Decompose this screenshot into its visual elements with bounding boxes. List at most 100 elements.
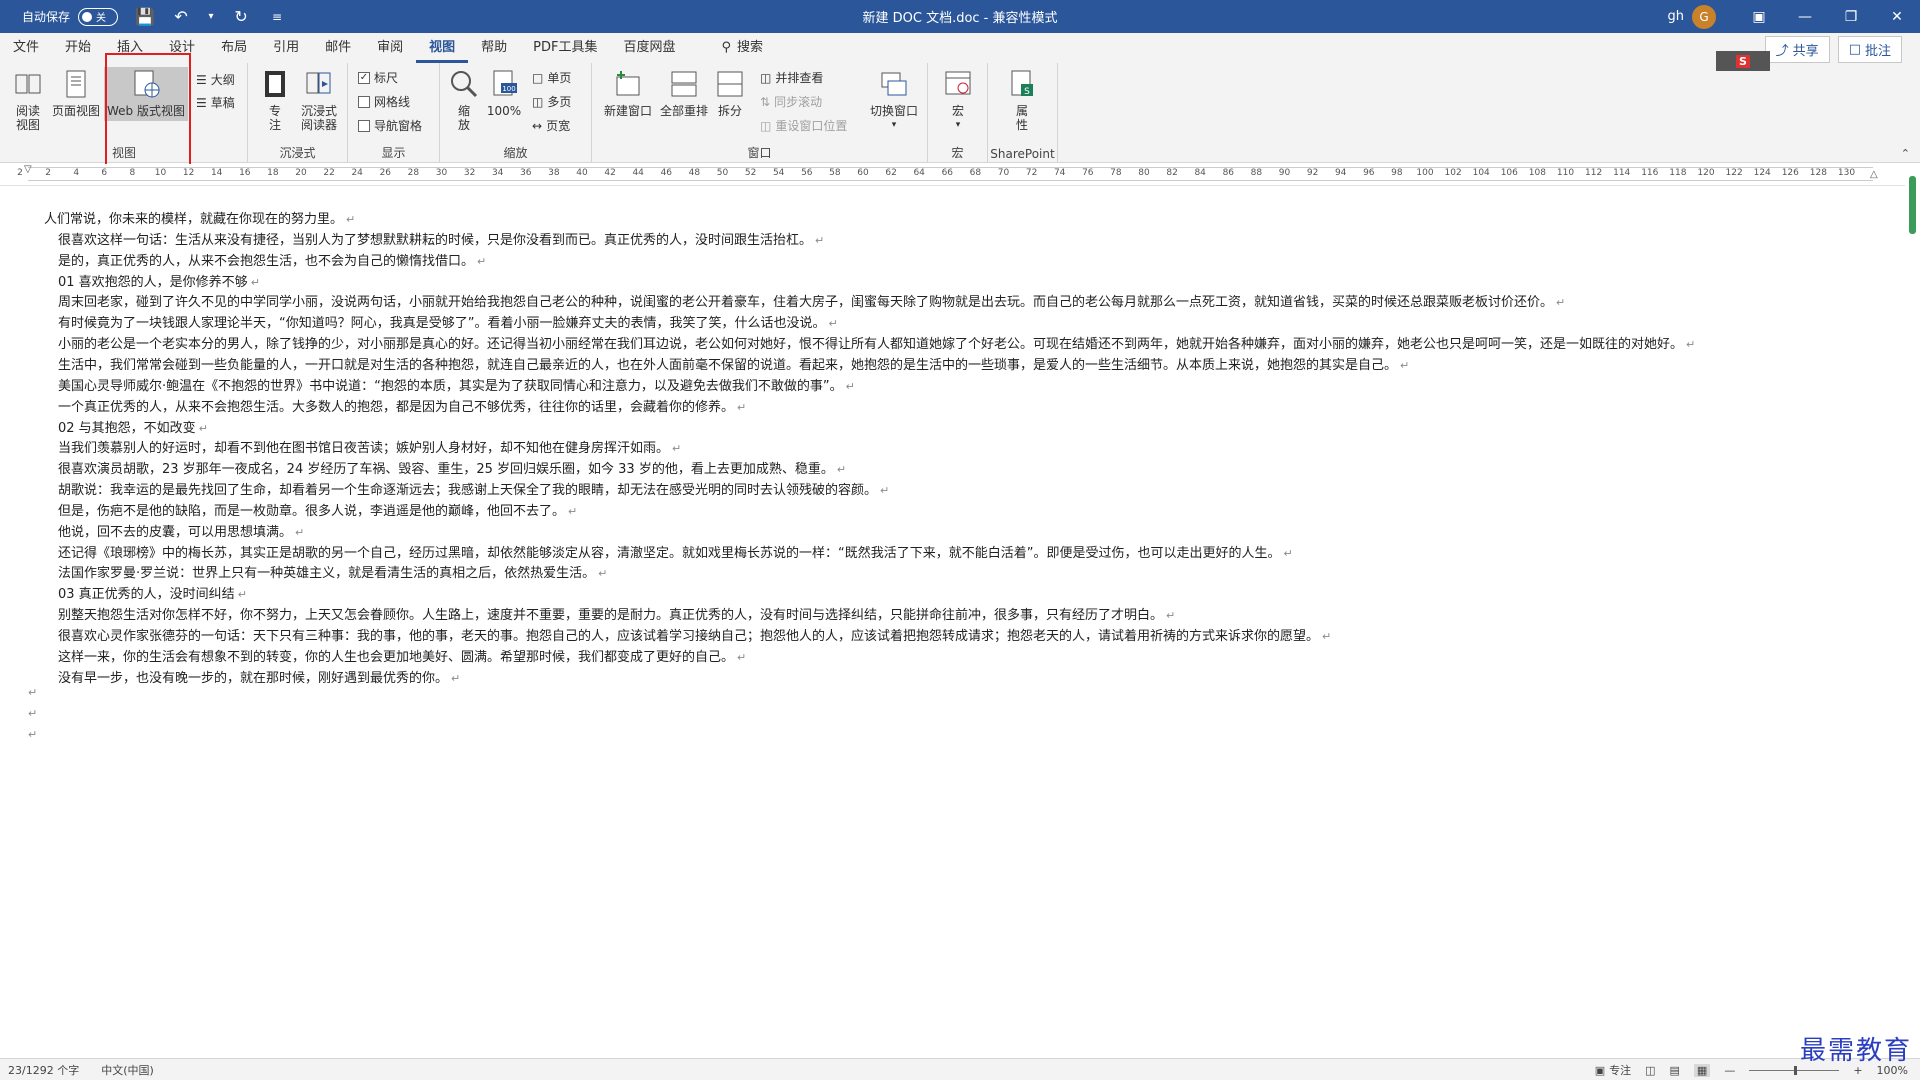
paragraph[interactable]: 03 真正优秀的人，没时间纠结 ↵ [58,583,247,602]
paragraph[interactable]: 02 与其抱怨，不如改变 ↵ [58,417,208,436]
page-width-button[interactable]: ↔ 页宽 [532,117,570,134]
paragraph[interactable]: 当我们羡慕别人的好运时，却看不到他在图书馆日夜苦读；嫉妒别人身材好，却不知他在健… [58,437,681,456]
scrollbar-thumb[interactable] [1909,176,1916,234]
paragraph[interactable]: 法国作家罗曼·罗兰说：世界上只有一种英雄主义，就是看清生活的真相之后，依然热爱生… [58,562,607,581]
ruler-number: 24 [351,168,363,178]
zoom-100-button[interactable]: 100 100% [484,67,524,118]
read-mode-button[interactable]: 阅读 视图 [10,67,46,132]
paragraph-mark: ↵ [828,317,838,331]
one-page-button[interactable]: □ 单页 [532,69,571,86]
tab-0[interactable]: 文件 [0,33,52,63]
autosave[interactable]: 自动保存 关 [22,7,119,26]
tab-9[interactable]: 帮助 [468,33,520,63]
document-canvas[interactable]: 人们常说，你未来的模样，就藏在你现在的努力里。 ↵ 很喜欢这样一句话：生活从来没有捷… [0,186,1905,1058]
web-layout-status-icon[interactable]: ▦ [1693,1063,1711,1077]
wps-addin-icon[interactable]: S [1716,51,1770,71]
avatar[interactable]: G [1692,4,1716,29]
tab-1[interactable]: 开始 [52,33,104,63]
read-mode-status-icon[interactable]: ◫ [1645,1064,1655,1077]
tab-10[interactable]: PDF工具集 [520,33,610,63]
right-indent-marker-icon[interactable]: △ [1870,169,1878,180]
paragraph[interactable]: 人们常说，你未来的模样，就藏在你现在的努力里。 ↵ [44,208,355,227]
language-indicator[interactable]: 中文(中国) [101,1062,154,1078]
paragraph[interactable]: 有时候竟为了一块钱跟人家理论半天，“你知道吗？阿心，我真是受够了”。看着小丽一脸… [58,312,838,331]
paragraph-mark: ↵ [815,233,825,247]
close-icon[interactable]: ✕ [1874,0,1920,33]
reset-window-button[interactable]: ◫ 重设窗口位置 [760,117,847,134]
gridlines-checkbox[interactable]: 网格线 [358,93,410,110]
paragraph[interactable]: 01 喜欢抱怨的人，是你修养不够 ↵ [58,271,260,290]
focus-mode-button[interactable]: ▣ 专注 [1595,1062,1631,1078]
paragraph[interactable]: 但是，伤疤不是他的缺陷，而是一枚勋章。很多人说，李逍遥是他的巅峰，他回不去了。 ↵ [58,500,577,519]
ruler-number: 68 [969,168,982,178]
zoom-button[interactable]: 缩 放 [448,67,480,132]
customize-qat-icon[interactable]: ≡ [266,10,288,24]
paragraph[interactable]: 是的，真正优秀的人，从来不会抱怨生活，也不会为自己的懒惰找借口。 ↵ [58,250,486,269]
ruler-number: 102 [1444,168,1462,178]
paragraph[interactable]: 这样一来，你的生活会有想象不到的转变，你的人生也会更加地美好、圆满。希望那时候，… [58,646,746,665]
redo-icon[interactable]: ↻ [230,7,252,26]
ruler-checkbox[interactable]: ✓ 标尺 [358,69,398,86]
undo-icon[interactable]: ↶ [170,7,192,26]
sync-scroll-button[interactable]: ⇅ 同步滚动 [760,93,822,110]
draft-button[interactable]: ☰ 草稿 [196,94,235,111]
group-label-sharepoint: SharePoint [990,147,1055,161]
outline-button[interactable]: ☰ 大纲 [196,71,235,88]
split-button[interactable]: 拆分 [714,67,746,118]
tab-4[interactable]: 布局 [208,33,260,63]
save-icon[interactable]: 💾 [134,7,156,26]
paragraph[interactable]: 很喜欢演员胡歌，23 岁那年一夜成名，24 岁经历了车祸、毁容、重生，25 岁回… [58,458,846,477]
autosave-toggle[interactable]: 关 [78,7,119,26]
tab-6[interactable]: 邮件 [312,33,364,63]
paragraph[interactable]: 还记得《琅琊榜》中的梅长苏，其实正是胡歌的另一个自己，经历过黑暗，却依然能够淡定… [58,542,1293,561]
switch-window-button[interactable]: 切换窗口 ▾ [866,67,922,132]
restore-icon[interactable]: ❐ [1828,0,1874,33]
zoom-slider-handle[interactable] [1794,1065,1798,1075]
word-count[interactable]: 23/1292 个字 [8,1062,79,1078]
ribbon-display-options-icon[interactable]: ▣ [1736,0,1782,33]
tab-8[interactable]: 视图 [416,33,469,63]
share-button[interactable]: ⤴ 共享 [1764,36,1830,63]
side-by-side-button[interactable]: ◫ 并排查看 [760,69,823,86]
paragraph[interactable]: 小丽的老公是一个老实本分的男人，除了钱挣的少，对小丽那是真心的好。还记得当初小丽… [58,333,1695,352]
tab-5[interactable]: 引用 [260,33,312,63]
multi-page-button[interactable]: ◫ 多页 [532,93,571,110]
zoom-out-icon[interactable]: — [1724,1064,1735,1077]
quick-access-toolbar: 💾 ↶ ▾ ↻ ≡ [134,7,288,26]
nav-pane-checkbox[interactable]: 导航窗格 [358,117,422,134]
paragraph[interactable]: 别整天抱怨生活对你怎样不好，你不努力，上天又怎会眷顾你。人生路上，速度并不重要，… [58,604,1175,623]
tab-7[interactable]: 审阅 [364,33,416,63]
paragraph-text: 这样一来，你的生活会有想象不到的转变，你的人生也会更加地美好、圆满。希望那时候，… [58,649,735,665]
arrange-all-button[interactable]: 全部重排 [658,67,710,118]
undo-dropdown-icon[interactable]: ▾ [206,11,216,22]
paragraph[interactable]: 他说，回不去的皮囊，可以用思想填满。 ↵ [58,521,304,540]
macros-button[interactable]: 宏 ▾ [940,67,976,132]
vertical-scrollbar[interactable] [1905,176,1920,1058]
ruler-number: 108 [1528,168,1546,178]
paragraph[interactable]: 生活中，我们常常会碰到一些负能量的人，一开口就是对生活的各种抱怨，就连自己最亲近… [58,354,1409,373]
print-layout-button[interactable]: 页面视图 [50,67,102,118]
paragraph[interactable]: 很喜欢这样一句话：生活从来没有捷径，当别人为了梦想默默耕耘的时候，只是你没看到而… [58,229,824,248]
new-window-button[interactable]: 新建窗口 [602,67,654,118]
print-layout-status-icon[interactable]: ▤ [1670,1064,1680,1077]
zoom-slider[interactable] [1749,1065,1840,1075]
comments-button[interactable]: □ 批注 [1837,36,1902,63]
paragraph[interactable]: 很喜欢心灵作家张德芬的一句话：天下只有三种事：我的事，他的事，老天的事。抱怨自己… [58,625,1331,644]
properties-button[interactable]: S 属 性 [1006,67,1038,132]
indent-marker-icon[interactable]: ▽ [24,164,32,175]
paragraph[interactable]: 胡歌说：我幸运的是最先找回了生命，却看着另一个生命逐渐远去；我感谢上天保全了我的… [58,479,889,498]
paragraph[interactable]: 美国心灵导师威尔·鲍温在《不抱怨的世界》书中说道：“抱怨的本质，其实是为了获取同… [58,375,855,394]
tab-11[interactable]: 百度网盘 [610,33,688,63]
paragraph[interactable]: 一个真正优秀的人，从来不会抱怨生活。大多数人的抱怨，都是因为自己不够优秀，往往你… [58,396,746,415]
minimize-icon[interactable]: — [1782,0,1828,33]
collapse-ribbon-icon[interactable]: ⌃ [1901,147,1910,160]
paragraph[interactable]: 没有早一步，也没有晚一步的，就在那时候，刚好遇到最优秀的你。 ↵ [58,667,460,686]
focus-button[interactable]: 专 注 [260,67,290,132]
immersive-reader-button[interactable]: 沉浸式 阅读器 [296,67,342,132]
ruler-number: 72 [1025,168,1038,178]
search-box[interactable]: ⚲ 搜索 [709,33,777,63]
ruler-number: 82 [1166,168,1178,178]
paragraph[interactable]: 周末回老家，碰到了许久不见的中学同学小丽，没说两句话，小丽就开始给我抱怨自己老公… [58,291,1565,310]
horizontal-ruler[interactable]: ▽ △ 2 2 4 6 8 10 12 14 16 18 20 22 24 26 28 30 32 34 36 38 4… [0,164,1920,186]
ruler-number: 26 [379,168,392,178]
